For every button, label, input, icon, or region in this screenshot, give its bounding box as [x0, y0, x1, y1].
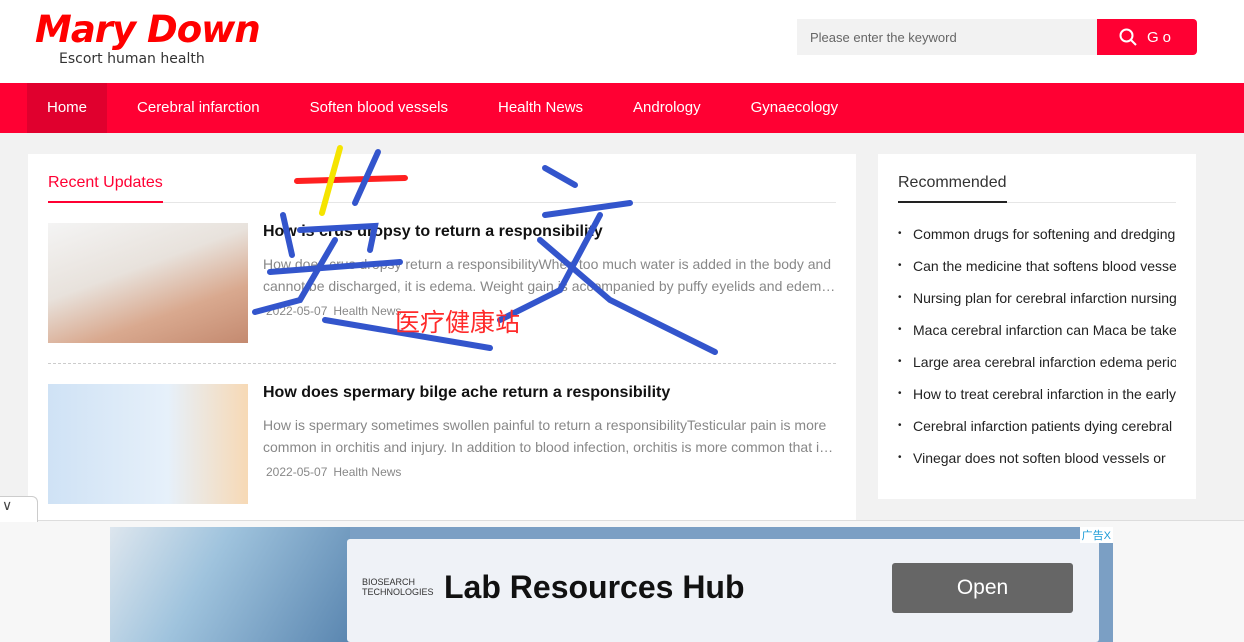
- ad-card: BIOSEARCH TECHNOLOGIES Lab Resources Hub…: [347, 539, 1099, 642]
- recent-updates-panel: Recent Updates How is crus dropsy to ret…: [28, 154, 856, 524]
- article-date: 2022-05-07: [266, 465, 328, 479]
- nav-health-news[interactable]: Health News: [478, 83, 603, 133]
- list-item[interactable]: Cerebral infarction patients dying cereb…: [898, 416, 1176, 448]
- nav-cerebral-infarction[interactable]: Cerebral infarction: [117, 83, 280, 133]
- nav-andrology[interactable]: Andrology: [613, 83, 721, 133]
- recommended-list: Common drugs for softening and dredging …: [898, 224, 1176, 480]
- divider: [48, 363, 836, 364]
- article-category[interactable]: Health News: [333, 304, 401, 318]
- list-item[interactable]: How to treat cerebral infarction in the …: [898, 384, 1176, 416]
- logo-subtitle: Escort human health: [59, 51, 205, 67]
- search-button-label: Go: [1146, 28, 1175, 46]
- collapse-ad-button[interactable]: ∨: [0, 496, 38, 522]
- recommended-panel: Recommended Common drugs for softening a…: [878, 154, 1196, 499]
- main-nav: Home Cerebral infarction Soften blood ve…: [0, 83, 1244, 133]
- article-category[interactable]: Health News: [333, 465, 401, 479]
- nav-home[interactable]: Home: [27, 83, 108, 133]
- article-date: 2022-05-07: [266, 304, 328, 318]
- article-meta: 2022-05-07 Health News: [266, 465, 407, 479]
- recent-updates-title: Recent Updates: [48, 174, 163, 203]
- chevron-down-icon: ∨: [2, 497, 13, 513]
- article-title[interactable]: How is crus dropsy to return a responsib…: [263, 223, 603, 241]
- article-meta: 2022-05-07 Health News: [266, 304, 407, 318]
- ad-banner[interactable]: BIOSEARCH TECHNOLOGIES Lab Resources Hub…: [110, 527, 1113, 642]
- watermark-text: 医疗健康站: [395, 308, 521, 337]
- search-button[interactable]: Go: [1097, 19, 1197, 55]
- ad-image: [110, 527, 350, 642]
- list-item[interactable]: Can the medicine that softens blood vess…: [898, 256, 1176, 288]
- search-bar: Go: [797, 19, 1197, 55]
- ad-open-button[interactable]: Open: [892, 563, 1073, 613]
- ad-headline: Lab Resources Hub: [444, 569, 745, 605]
- article-thumbnail[interactable]: [48, 384, 248, 504]
- divider: [48, 202, 836, 203]
- article-thumbnail[interactable]: [48, 223, 248, 343]
- recommended-title: Recommended: [898, 174, 1007, 203]
- list-item[interactable]: Vinegar does not soften blood vessels or: [898, 448, 1176, 480]
- logo[interactable]: Mary Down Escort human health: [35, 8, 261, 67]
- article-title[interactable]: How does spermary bilge ache return a re…: [263, 384, 670, 402]
- ad-brand-logo: BIOSEARCH TECHNOLOGIES: [362, 577, 434, 597]
- list-item[interactable]: Maca cerebral infarction can Maca be tak…: [898, 320, 1176, 352]
- article-summary: How is spermary sometimes swollen painfu…: [263, 417, 827, 455]
- list-item[interactable]: Large area cerebral infarction edema per…: [898, 352, 1176, 384]
- search-input[interactable]: [797, 19, 1097, 55]
- list-item[interactable]: Common drugs for softening and dredging …: [898, 224, 1176, 256]
- article-item[interactable]: How does spermary bilge ache return a re…: [48, 384, 836, 504]
- article-summary: How does crus dropsy return a responsibi…: [263, 256, 832, 294]
- header: Mary Down Escort human health Go: [0, 0, 1244, 83]
- search-icon: [1119, 28, 1137, 46]
- logo-title: Mary Down: [35, 8, 261, 51]
- nav-soften-blood-vessels[interactable]: Soften blood vessels: [290, 83, 468, 133]
- nav-gynaecology[interactable]: Gynaecology: [731, 83, 859, 133]
- ad-close-button[interactable]: 广告X: [1079, 527, 1113, 543]
- list-item[interactable]: Nursing plan for cerebral infarction nur…: [898, 288, 1176, 320]
